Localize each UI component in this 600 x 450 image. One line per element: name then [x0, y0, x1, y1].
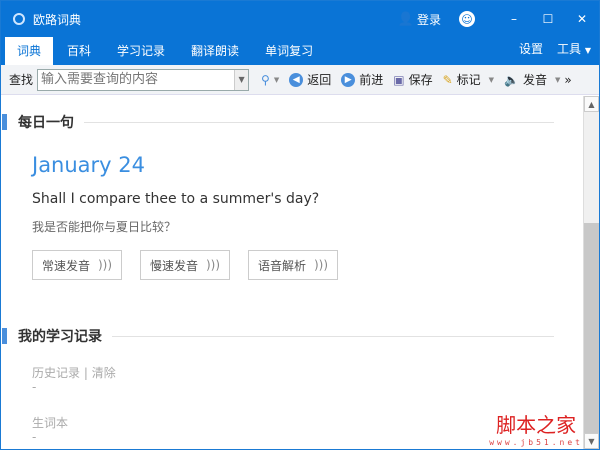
clear-link[interactable]: 清除	[92, 366, 116, 380]
toolbar: 查找 ▼ ⚲▼ ◀返回 ▶前进 ▣保存 ✎标记▼ 🔈发音▼ »	[1, 65, 599, 95]
arrow-left-icon: ◀	[289, 72, 304, 87]
history-row: 历史记录 | 清除	[32, 366, 116, 380]
records-heading: 我的学习记录	[18, 329, 102, 345]
tools-menu[interactable]: 工具 ▼	[557, 35, 591, 65]
magnifier-icon: ⚲	[261, 72, 270, 87]
arrow-right-icon: ▶	[341, 72, 356, 87]
daily-section-header: 每日一句	[2, 112, 554, 132]
records-section-header: 我的学习记录	[2, 326, 554, 346]
overflow-chevron-icon[interactable]: »	[564, 73, 571, 87]
tab-study-records[interactable]: 学习记录	[105, 37, 177, 65]
back-button[interactable]: ◀ 返回	[289, 71, 331, 88]
app-logo-icon	[13, 13, 25, 25]
tab-dictionary[interactable]: 词典	[5, 37, 54, 65]
main-content: 每日一句 January 24 Shall I compare thee to …	[2, 96, 583, 449]
slow-speed-button[interactable]: 慢速发音)))	[140, 250, 230, 280]
scroll-up-arrow-icon[interactable]: ▲	[584, 96, 599, 112]
find-label: 查找	[9, 73, 34, 87]
app-title: 欧路词典	[33, 12, 82, 27]
notepad-icon: ✎	[442, 72, 453, 87]
vertical-scrollbar[interactable]: ▲ ▼	[583, 96, 599, 449]
vocab-value: -	[32, 430, 37, 444]
sound-wave-icon: )))	[205, 258, 221, 272]
search-input[interactable]	[38, 69, 235, 90]
vocab-link[interactable]: 生词本	[32, 414, 68, 431]
speaker-icon: 🔈	[504, 72, 520, 87]
tab-word-review[interactable]: 单词复习	[253, 37, 325, 65]
daily-heading: 每日一句	[18, 115, 74, 131]
search-button[interactable]: ⚲ ▼	[261, 73, 279, 87]
section-marker	[2, 328, 7, 344]
search-dropdown-button[interactable]: ▼	[234, 69, 249, 90]
app-window: 欧路词典 👤 登录 ☺ – ☐ ✕ 词典 百科 学习记录 翻译朗读 单词复习 设置…	[0, 0, 600, 450]
search-box: ▼	[37, 68, 250, 91]
speak-button[interactable]: 🔈 发音 ▼	[504, 71, 560, 88]
close-button[interactable]: ✕	[565, 12, 599, 26]
divider	[112, 335, 554, 337]
user-icon: 👤	[397, 11, 414, 27]
floppy-icon: ▣	[393, 72, 405, 87]
smiley-icon[interactable]: ☺	[459, 11, 475, 27]
chevron-down-icon: ▼	[584, 46, 591, 55]
scroll-thumb[interactable]	[584, 223, 599, 433]
tab-translate[interactable]: 翻译朗读	[179, 37, 251, 65]
sound-wave-icon: )))	[313, 258, 329, 272]
divider	[84, 121, 554, 123]
daily-english: Shall I compare thee to a summer's day?	[32, 191, 320, 207]
forward-button[interactable]: ▶ 前进	[341, 71, 383, 88]
maximize-button[interactable]: ☐	[531, 12, 565, 26]
watermark: 脚本之家 www.jb51.net	[489, 413, 583, 447]
login-button[interactable]: 👤 登录	[398, 11, 441, 28]
section-marker	[2, 114, 7, 130]
history-link[interactable]: 历史记录	[32, 366, 80, 380]
sound-wave-icon: )))	[97, 258, 113, 272]
scroll-down-arrow-icon[interactable]: ▼	[584, 433, 599, 449]
tab-bar: 词典 百科 学习记录 翻译朗读 单词复习 设置 工具 ▼	[1, 37, 599, 65]
title-bar: 欧路词典 👤 登录 ☺ – ☐ ✕	[1, 1, 599, 37]
normal-speed-button[interactable]: 常速发音)))	[32, 250, 122, 280]
daily-chinese: 我是否能把你与夏日比较？	[32, 220, 177, 234]
daily-date: January 24	[32, 153, 146, 177]
history-value: -	[32, 380, 37, 394]
mark-button[interactable]: ✎ 标记 ▼	[443, 71, 494, 88]
save-button[interactable]: ▣ 保存	[393, 71, 432, 88]
speech-analysis-button[interactable]: 语音解析)))	[248, 250, 338, 280]
settings-menu[interactable]: 设置	[519, 35, 543, 65]
tab-encyclopedia[interactable]: 百科	[55, 37, 103, 65]
minimize-button[interactable]: –	[497, 12, 531, 26]
